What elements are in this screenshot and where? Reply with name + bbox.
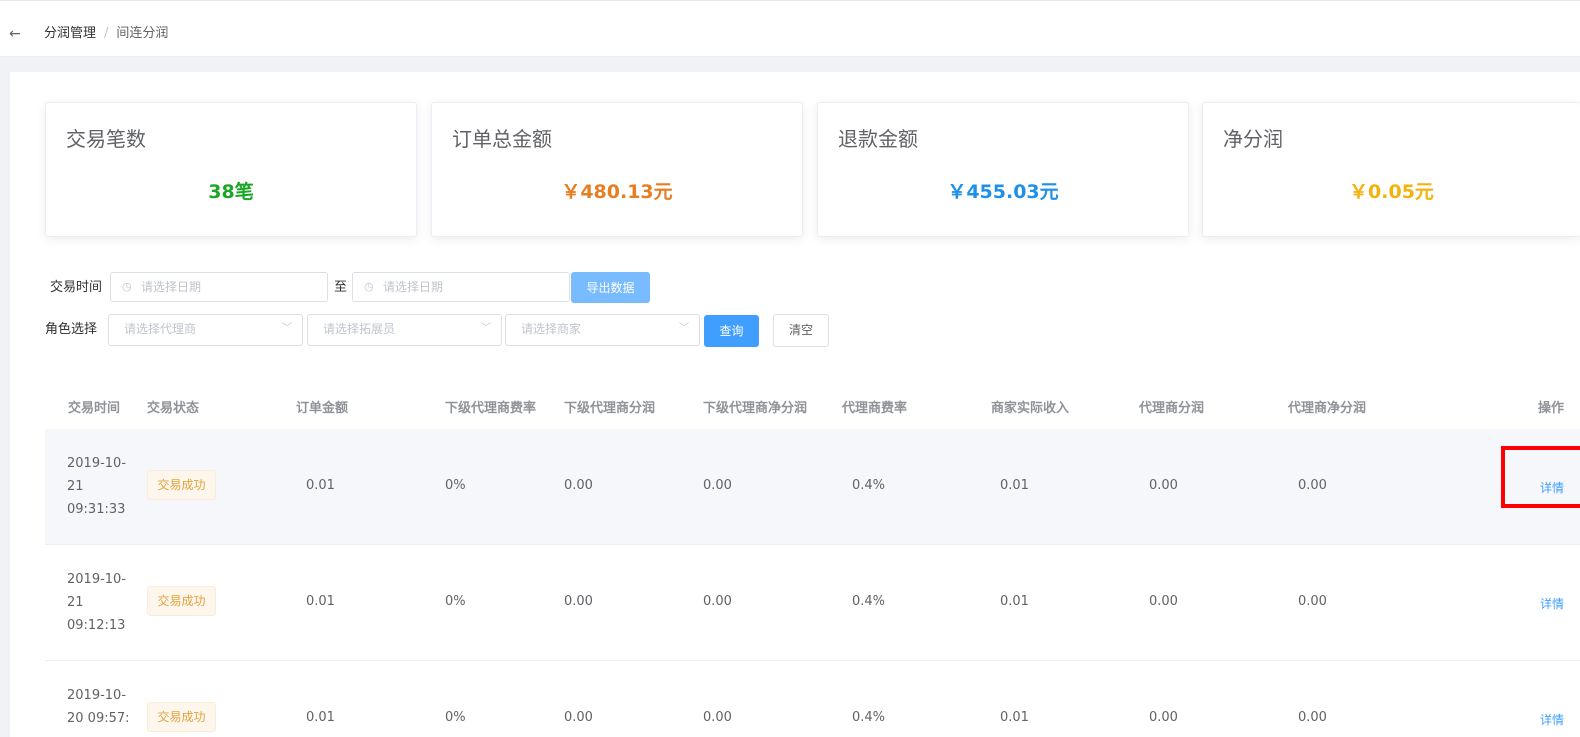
stat-card-transactions: 交易笔数 38笔 bbox=[45, 102, 417, 237]
cell-agent-net: 0.00 bbox=[1298, 710, 1327, 725]
cell-time: 2019-10-21 09:12:13 bbox=[67, 572, 127, 633]
col-header: 代理商分润 bbox=[1139, 401, 1205, 416]
col-header: 操作 bbox=[1538, 401, 1565, 416]
breadcrumb: 分润管理 / 间连分润 bbox=[44, 25, 168, 43]
cell-agent-rate: 0.4% bbox=[852, 710, 886, 725]
promoter-placeholder: 请选择拓展员 bbox=[323, 322, 396, 336]
clock-icon: ◷ bbox=[364, 280, 374, 293]
breadcrumb-parent[interactable]: 分润管理 bbox=[44, 26, 96, 41]
breadcrumb-current: 间连分润 bbox=[116, 26, 169, 41]
cell-agent-net: 0.00 bbox=[1298, 478, 1327, 493]
stat-value: ￥455.03元 bbox=[947, 181, 1059, 203]
start-date-input[interactable]: ◷ 请选择日期 bbox=[110, 272, 328, 302]
breadcrumb-bar: ← 分润管理 / 间连分润 bbox=[0, 0, 1580, 57]
stat-card-refund: 退款金额 ￥455.03元 bbox=[817, 102, 1189, 237]
merchant-placeholder: 请选择商家 bbox=[521, 322, 582, 336]
table-row: 2019-10-20 09:57: 交易成功 0.01 0% 0.00 0.00… bbox=[45, 661, 1580, 737]
cell-amount: 0.01 bbox=[306, 710, 335, 725]
cell-agent-net: 0.00 bbox=[1298, 594, 1327, 609]
cell-merchant-income: 0.01 bbox=[1000, 594, 1029, 609]
cell-sub-rate: 0% bbox=[445, 594, 466, 609]
col-header: 下级代理商分润 bbox=[564, 401, 656, 416]
col-header: 下级代理商净分润 bbox=[703, 401, 808, 416]
highlight-box bbox=[1501, 446, 1580, 508]
table-row: 2019-10-21 09:31:33 交易成功 0.01 0% 0.00 0.… bbox=[45, 429, 1580, 545]
stat-value: ￥480.13元 bbox=[561, 181, 673, 203]
detail-link[interactable]: 详情 bbox=[1540, 711, 1564, 728]
cell-sub-net: 0.00 bbox=[703, 478, 732, 493]
cell-agent-profit: 0.00 bbox=[1149, 594, 1178, 609]
chevron-down-icon: ﹀ bbox=[481, 323, 491, 334]
cell-merchant-income: 0.01 bbox=[1000, 478, 1029, 493]
col-header: 交易时间 bbox=[68, 401, 121, 416]
clock-icon: ◷ bbox=[122, 280, 132, 293]
clear-button[interactable]: 清空 bbox=[773, 314, 829, 347]
status-badge: 交易成功 bbox=[147, 470, 216, 500]
table-header: 交易时间 交易状态 订单金额 下级代理商费率 下级代理商分润 下级代理商净分润 … bbox=[45, 383, 1580, 428]
cell-sub-rate: 0% bbox=[445, 710, 466, 725]
back-arrow-icon[interactable]: ← bbox=[9, 25, 21, 43]
cell-merchant-income: 0.01 bbox=[1000, 710, 1029, 725]
role-filter-label: 角色选择 bbox=[45, 322, 98, 337]
cell-sub-profit: 0.00 bbox=[564, 594, 593, 609]
start-date-placeholder: 请选择日期 bbox=[141, 280, 202, 294]
end-date-input[interactable]: ◷ 请选择日期 bbox=[352, 272, 570, 302]
cell-sub-net: 0.00 bbox=[703, 594, 732, 609]
stat-card-net-profit: 净分润 ￥0.05元 bbox=[1202, 102, 1580, 237]
stat-value: 38笔 bbox=[208, 181, 254, 203]
stat-value: ￥0.05元 bbox=[1349, 181, 1434, 203]
col-header: 交易状态 bbox=[147, 401, 200, 416]
cell-sub-profit: 0.00 bbox=[564, 710, 593, 725]
query-button[interactable]: 查询 bbox=[704, 315, 759, 347]
stat-title: 订单总金额 bbox=[452, 127, 552, 151]
stat-title: 净分润 bbox=[1223, 127, 1283, 151]
breadcrumb-separator: / bbox=[104, 26, 109, 41]
chevron-down-icon: ﹀ bbox=[282, 323, 292, 334]
table-row: 2019-10-21 09:12:13 交易成功 0.01 0% 0.00 0.… bbox=[45, 545, 1580, 661]
cell-time: 2019-10-21 09:31:33 bbox=[67, 456, 127, 517]
chevron-down-icon: ﹀ bbox=[679, 323, 689, 334]
cell-sub-profit: 0.00 bbox=[564, 478, 593, 493]
to-label: 至 bbox=[334, 280, 348, 295]
stat-title: 退款金额 bbox=[838, 127, 918, 151]
col-header: 代理商费率 bbox=[842, 401, 908, 416]
status-badge: 交易成功 bbox=[147, 702, 216, 732]
agent-placeholder: 请选择代理商 bbox=[124, 322, 197, 336]
time-filter-label: 交易时间 bbox=[50, 280, 103, 295]
end-date-placeholder: 请选择日期 bbox=[383, 280, 444, 294]
cell-sub-rate: 0% bbox=[445, 478, 466, 493]
cell-sub-net: 0.00 bbox=[703, 710, 732, 725]
cell-agent-profit: 0.00 bbox=[1149, 478, 1178, 493]
cell-agent-rate: 0.4% bbox=[852, 594, 886, 609]
agent-select[interactable]: 请选择代理商 ﹀ bbox=[108, 314, 303, 346]
cell-agent-rate: 0.4% bbox=[852, 478, 886, 493]
col-header: 商家实际收入 bbox=[991, 401, 1070, 416]
merchant-select[interactable]: 请选择商家 ﹀ bbox=[505, 314, 700, 346]
stat-card-order-total: 订单总金额 ￥480.13元 bbox=[431, 102, 803, 237]
cell-amount: 0.01 bbox=[306, 478, 335, 493]
promoter-select[interactable]: 请选择拓展员 ﹀ bbox=[307, 314, 502, 346]
stat-title: 交易笔数 bbox=[66, 127, 146, 151]
cell-time: 2019-10-20 09:57: bbox=[67, 688, 130, 726]
cell-amount: 0.01 bbox=[306, 594, 335, 609]
export-data-button[interactable]: 导出数据 bbox=[571, 272, 650, 303]
col-header: 订单金额 bbox=[296, 401, 349, 416]
cell-agent-profit: 0.00 bbox=[1149, 710, 1178, 725]
detail-link[interactable]: 详情 bbox=[1540, 595, 1564, 612]
col-header: 代理商净分润 bbox=[1288, 401, 1367, 416]
col-header: 下级代理商费率 bbox=[445, 401, 537, 416]
status-badge: 交易成功 bbox=[147, 586, 216, 616]
